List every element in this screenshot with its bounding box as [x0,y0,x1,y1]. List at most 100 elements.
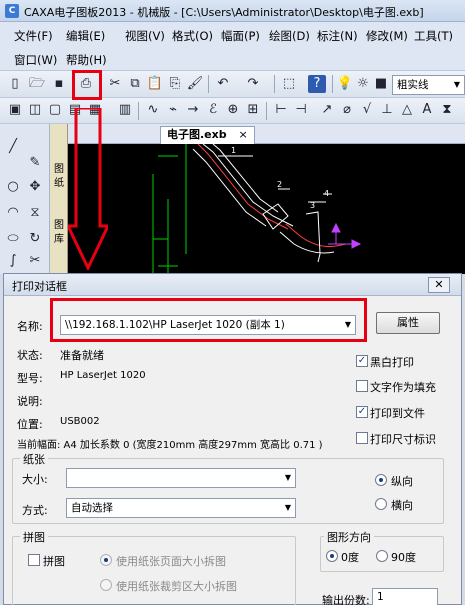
close-icon[interactable]: × [238,128,247,141]
menu-window[interactable]: 窗口(W) [14,52,57,68]
menu-help[interactable]: 帮助(H) [66,52,107,68]
mirror-icon[interactable]: ⧖ [26,204,44,222]
arrow-icon[interactable]: → [184,101,202,119]
fullscreen-icon[interactable]: ⬚ [280,75,298,93]
rotate-0-radio[interactable] [326,550,338,562]
menu-draw[interactable]: 绘图(D) [269,28,310,44]
pen-icon[interactable]: ✎ [26,154,44,172]
leader-label-4: 4 [324,189,329,198]
print-icon-highlight [72,70,102,100]
line-icon[interactable]: ╱ [4,138,22,156]
toolbar-separator [274,75,275,93]
trim-icon[interactable]: ✂ [26,252,44,270]
print-to-file-label: 打印到文件 [370,407,425,420]
open-file-icon[interactable]: 🗁 [28,75,46,93]
new-file-icon[interactable]: ▯ [6,75,24,93]
color-block-icon[interactable]: ■ [372,75,390,93]
frame-icon[interactable]: ▣ [6,101,24,119]
portrait-radio[interactable] [375,474,387,486]
line-type-value: 粗实线 [397,79,429,91]
close-icon: ✕ [434,278,444,291]
menu-sheet[interactable]: 幅面(P) [221,28,260,44]
tolerance-icon[interactable]: ⌀ [338,101,356,119]
paper-group-title: 纸张 [20,451,48,467]
location-value: USB002 [60,416,100,427]
table-icon[interactable]: ▥ [116,101,134,119]
redo-icon[interactable]: ↷ [244,75,262,93]
format-brush-icon[interactable]: 🖌 [186,75,204,93]
landscape-label: 横向 [391,499,413,512]
menu-modify[interactable]: 修改(M) [366,28,408,44]
rotate-90-label: 90度 [391,551,416,564]
document-tab[interactable]: 电子图.exb × [160,126,255,144]
drawing-canvas[interactable]: 1 2 3 4 [68,144,465,274]
leader-label-1: 1 [231,146,236,155]
hole-icon[interactable]: ⊕ [224,101,242,119]
side-tab-panel[interactable]: 图 纸 图 库 [50,124,68,274]
text-icon[interactable]: A [418,101,436,119]
curve-icon[interactable]: ℰ [204,101,222,119]
chevron-down-icon: ▼ [284,473,291,482]
undo-icon[interactable]: ↶ [214,75,232,93]
help-icon[interactable]: ? [308,75,326,93]
zigzag-icon[interactable]: ⌁ [164,101,182,119]
dimension-icon[interactable]: ⊢ [272,101,290,119]
border-icon[interactable]: ▢ [46,101,64,119]
lightbulb-icon[interactable]: 💡 [336,75,354,93]
center-mark-icon[interactable]: ⊞ [244,101,262,119]
tile-by-page-radio[interactable] [100,554,112,566]
wave-line-icon[interactable]: ∿ [144,101,162,119]
rotate-90-radio[interactable] [376,550,388,562]
copies-input[interactable]: 1 [372,588,438,605]
more-tools-icon[interactable]: ⧗ [438,101,456,119]
leader-label-2: 2 [277,180,282,189]
line-type-select[interactable]: 粗实线 ▼ [392,75,465,95]
ellipse-icon[interactable]: ⬭ [4,230,22,248]
tile-by-crop-radio[interactable] [100,579,112,591]
side-tab-char: 纸 [54,178,64,189]
bw-print-checkbox[interactable]: ✓ [356,355,368,367]
cut-icon[interactable]: ✂ [106,75,124,93]
menu-file[interactable]: 文件(F) [14,28,53,44]
menu-view[interactable]: 视图(V) [125,28,165,44]
paper-source-select[interactable]: 自动选择 ▼ [66,498,296,518]
copies-value: 1 [377,591,384,603]
dialog-title: 打印对话框 [12,280,67,293]
arc-icon[interactable]: ◠ [4,204,22,222]
dialog-close-button[interactable]: ✕ [428,277,450,293]
paste-special-icon[interactable]: ⎘ [166,75,184,93]
tiling-group [12,536,296,605]
copy-icon[interactable]: ⧉ [126,75,144,93]
status-value: 准备就绪 [60,349,104,362]
menu-format[interactable]: 格式(O) [172,28,213,44]
rotate-icon[interactable]: ↻ [26,230,44,248]
copies-label: 输出份数: [322,594,370,605]
angle-dim-icon[interactable]: ⊣ [292,101,310,119]
paper-size-select[interactable]: ▼ [66,468,296,488]
landscape-radio[interactable] [375,498,387,510]
move-icon[interactable]: ✥ [26,178,44,196]
circle-icon[interactable]: ○ [4,178,22,196]
menu-tools[interactable]: 工具(T) [414,28,453,44]
save-icon[interactable]: ▪ [50,75,68,93]
spline-icon[interactable]: ∫ [4,252,22,270]
menu-dimension[interactable]: 标注(N) [317,28,358,44]
roughness-icon[interactable]: √ [358,101,376,119]
drawing-svg: 1 2 3 4 [152,144,362,274]
paste-icon[interactable]: 📋 [146,75,164,93]
menu-edit[interactable]: 编辑(E) [66,28,105,44]
properties-button[interactable]: 属性 [376,312,440,334]
paper-size-label: 大小: [22,473,48,486]
title-bar: C CAXA电子图板2013 - 机械版 - [C:\Users\Adminis… [0,0,465,22]
datum-icon[interactable]: ⊥ [378,101,396,119]
weld-icon[interactable]: △ [398,101,416,119]
tiling-checkbox[interactable] [28,554,40,566]
text-fill-checkbox[interactable] [356,380,368,392]
standard-toolbar: ▯ 🗁 ▪ ⎙ ✂ ⧉ 📋 ⎘ 🖌 ↶ ↷ ⬚ ? 💡 ☼ ■ 粗实线 ▼ [0,70,465,98]
print-to-file-checkbox[interactable]: ✓ [356,406,368,418]
title-block-icon[interactable]: ◫ [26,101,44,119]
sun-icon[interactable]: ☼ [354,75,372,93]
leader-icon[interactable]: ↗ [318,101,336,119]
print-size-mark-checkbox[interactable] [356,432,368,444]
tiling-group-title: 拼图 [20,529,48,545]
